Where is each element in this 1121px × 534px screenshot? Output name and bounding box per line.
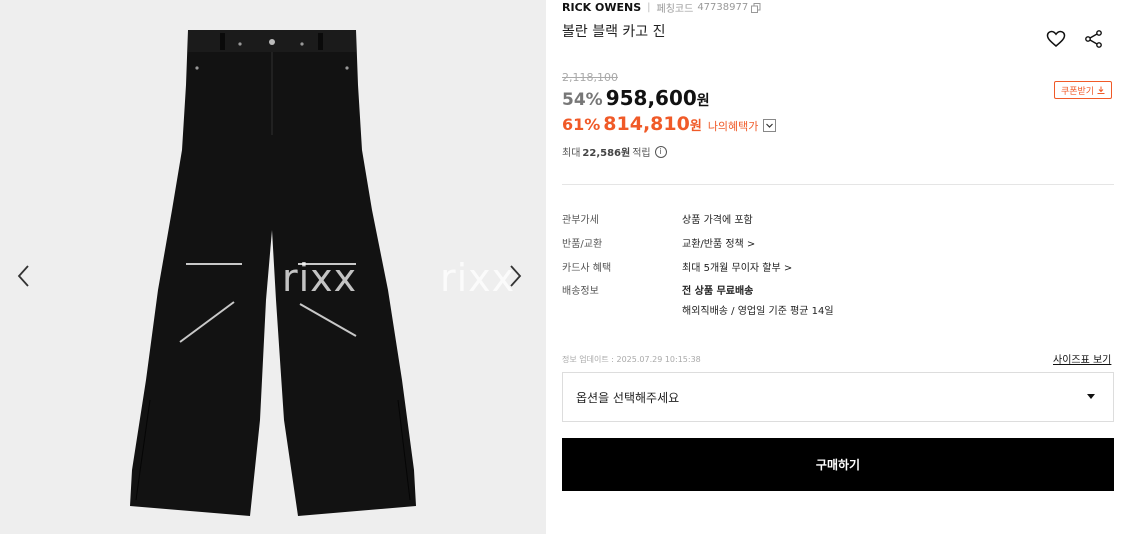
info-icon[interactable]: i [654, 145, 667, 158]
points-prefix: 최대 [562, 148, 581, 159]
chevron-right-icon[interactable] [503, 262, 527, 290]
points-info: 최대 22,586원 적립 i [562, 144, 667, 159]
shipping-detail: 해외직배송 / 영업일 기준 평균 14일 [682, 306, 834, 317]
return-policy-link[interactable]: 교환/반품 정책 > [682, 235, 755, 250]
spec-label: 관부가세 [562, 215, 599, 226]
product-info-panel: RICK OWENS | 페칭코드 47738977 볼란 블랙 카고 진 2,… [562, 0, 1114, 534]
points-suffix: 적립 [632, 148, 651, 159]
spec-value: 전 상품 무료배송 [682, 282, 753, 297]
my-benefit-label: 나의혜택가 [707, 120, 759, 133]
divider: | [647, 2, 651, 13]
brand-row: RICK OWENS | 페칭코드 47738977 [562, 0, 761, 15]
free-shipping-text: 전 상품 무료배송 [682, 286, 754, 297]
benefit-price: 814,810 [603, 113, 690, 135]
download-icon [1097, 86, 1105, 94]
heart-icon[interactable] [1046, 30, 1066, 48]
benefit-discount-rate: 61% [562, 115, 601, 134]
product-title: 볼란 블랙 카고 진 [562, 24, 666, 40]
option-select-placeholder: 옵션을 선택해주세요 [576, 390, 680, 405]
update-timestamp: 정보 업데이트 : 2025.07.29 10:15:38 [562, 355, 701, 364]
size-chart-link[interactable]: 사이즈표 보기 [1053, 351, 1111, 366]
sale-price: 958,600 [605, 86, 697, 110]
points-amount: 22,586원 [582, 148, 631, 159]
price-row: 54% 958,600 원 [562, 86, 710, 110]
installment-link[interactable]: 최대 5개월 무이자 할부 > [682, 259, 792, 274]
original-price: 2,118,100 [562, 71, 618, 84]
share-icon[interactable] [1084, 30, 1104, 48]
spec-label: 카드사 혜택 [562, 263, 612, 274]
copy-icon[interactable] [751, 2, 761, 13]
currency-label: 원 [689, 119, 702, 134]
discount-rate: 54% [562, 90, 603, 110]
chevron-down-icon[interactable] [763, 119, 777, 132]
spec-label: 배송정보 [562, 286, 599, 297]
buy-button[interactable]: 구매하기 [562, 438, 1114, 491]
chevron-left-icon[interactable] [12, 262, 36, 290]
product-code-label: 페칭코드 [656, 4, 694, 15]
spec-value: 상품 가격에 포함 [682, 215, 753, 226]
option-select[interactable]: 옵션을 선택해주세요 [562, 372, 1114, 422]
spec-label: 반품/교환 [562, 239, 603, 250]
benefit-price-row: 61% 814,810 원 나의혜택가 [562, 113, 777, 135]
brand-link[interactable]: RICK OWENS [562, 1, 641, 14]
product-code: 47738977 [697, 2, 749, 13]
divider [562, 184, 1114, 185]
coupon-button-label: 쿠폰받기 [1060, 86, 1095, 97]
product-image-gallery: rixx rixx [0, 0, 546, 534]
caret-down-icon [1087, 394, 1095, 399]
watermark: rixx [282, 256, 358, 300]
coupon-button[interactable]: 쿠폰받기 [1054, 81, 1112, 99]
currency-label: 원 [696, 93, 710, 109]
